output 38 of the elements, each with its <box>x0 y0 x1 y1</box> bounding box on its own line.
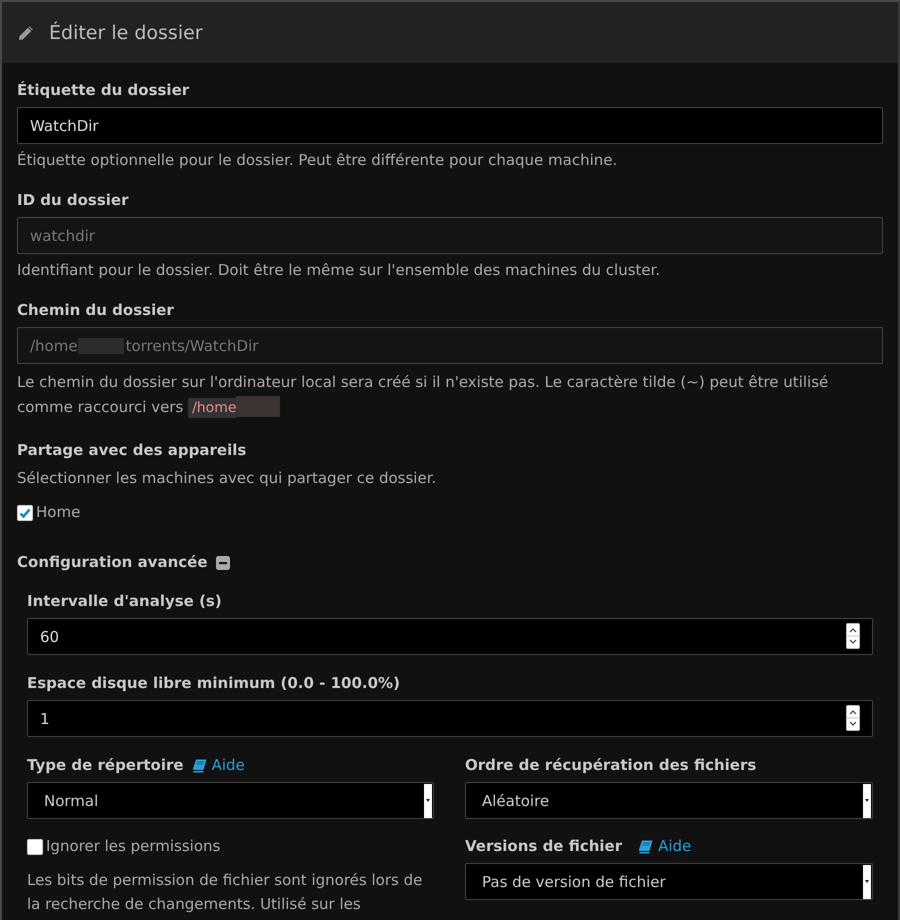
dropdown-caret-icon <box>424 784 432 818</box>
section-toggle[interactable]: Configuration avancée <box>17 552 208 573</box>
field-label: ID du dossier <box>17 190 130 211</box>
field-label: Versions de fichier <box>465 836 622 857</box>
help-text: Les bits de permission de fichier sont ignorés lors de la recherche de changements. Utilisé sur les <box>27 870 424 915</box>
field-label: Ordre de récupération des fichiers <box>465 755 758 776</box>
checkbox[interactable] <box>27 838 43 854</box>
spinner-icon[interactable] <box>846 705 860 731</box>
section-label: Partage avec des appareils <box>17 440 248 461</box>
field-label: Espace disque libre minimum (0.0 - 100.0%) <box>27 673 401 694</box>
collapse-icon[interactable] <box>216 556 230 570</box>
dropdown-caret-icon <box>863 865 871 899</box>
help-link[interactable]: Aide <box>658 836 692 857</box>
help-text: Sélectionner les machines avec qui partager ce dossier. <box>17 468 438 489</box>
number-field[interactable]: 1 <box>27 700 873 737</box>
select-field[interactable]: Pas de version de fichier <box>465 863 873 900</box>
checkbox-label[interactable]: Ignorer les permissions <box>46 836 220 857</box>
code-text: /home <box>188 398 236 418</box>
checkbox[interactable] <box>17 504 33 520</box>
checkbox-label[interactable]: Home <box>36 502 80 523</box>
spinner-icon[interactable] <box>846 623 860 649</box>
select-field[interactable]: Normal <box>27 782 434 819</box>
help-link[interactable]: Aide <box>212 755 245 776</box>
number-field[interactable]: 60 <box>27 618 873 655</box>
field-label: Intervalle d'analyse (s) <box>27 591 223 612</box>
book-icon[interactable] <box>192 758 207 772</box>
select-field[interactable]: Aléatoire <box>465 782 873 819</box>
book-icon[interactable] <box>638 840 654 854</box>
dropdown-caret-icon <box>863 784 871 818</box>
help-text: Étiquette optionnelle pour le dossier. Peut être différente pour chaque machine. <box>17 150 618 171</box>
field-label: Chemin du dossier <box>17 300 175 321</box>
help-text: Identifiant pour le dossier. Doit être le même sur l'ensemble des machines du cluster. <box>17 260 662 281</box>
help-text: Le chemin du dossier sur l'ordinateur local sera créé si il n'existe pas. Le caractère tilde (~) peut être utilisé comme raccourci vers /home <box>17 372 830 420</box>
dialog-title: Éditer le dossier <box>49 22 203 44</box>
field-label: Type de répertoire <box>27 755 184 776</box>
pencil-icon <box>17 24 35 42</box>
field-label: Étiquette du dossier <box>17 80 190 101</box>
text-field[interactable]: WatchDir <box>17 107 883 144</box>
